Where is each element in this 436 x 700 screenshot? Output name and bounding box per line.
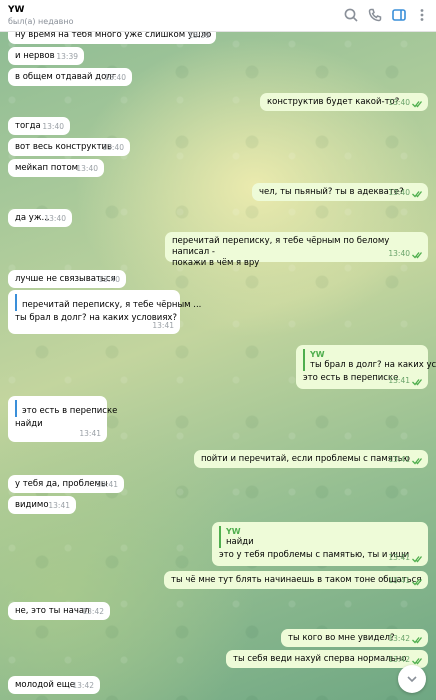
message-text: это есть в переписке: [303, 373, 399, 383]
message-incoming[interactable]: перечитай переписку, я тебе чёрным ... т…: [8, 290, 202, 334]
message-outgoing[interactable]: перечитай переписку, я тебе чёрным по бе…: [165, 232, 428, 268]
message-time: 13:41: [96, 480, 118, 489]
reply-quote[interactable]: YW найди: [219, 526, 421, 548]
message-outgoing[interactable]: YW найди это у тебя проблемы с памятью, …: [212, 522, 428, 566]
message-time: 13:42: [388, 655, 410, 664]
message-incoming[interactable]: лучше не связываться 13:40: [8, 270, 126, 288]
message-time: 13:40: [76, 164, 98, 173]
message-time: 13:41: [152, 321, 174, 330]
message-text: чел, ты пьяный? ты в адеквате?: [259, 187, 404, 197]
message-text: молодой еще: [15, 680, 76, 690]
message-time: 13:42: [82, 607, 104, 616]
read-check-icon: [412, 555, 424, 563]
message-incoming[interactable]: в общем отдавай долг 13:40: [8, 68, 132, 86]
message-incoming[interactable]: вот весь конструктив 13:40: [8, 138, 130, 156]
read-check-icon: [412, 378, 424, 386]
quote-text: найди: [226, 537, 254, 547]
message-incoming[interactable]: ну время на тебя много уже слишком ушло …: [8, 32, 216, 44]
quote-text: это есть в переписке: [22, 406, 118, 416]
message-time: 13:41: [388, 576, 410, 585]
quote-text: перечитай переписку, я тебе чёрным ...: [22, 300, 202, 310]
message-outgoing[interactable]: ты кого во мне увидел? 13:42: [281, 629, 428, 647]
message-time: 13:42: [388, 634, 410, 643]
message-outgoing[interactable]: ты чё мне тут блять начинаешь в таком то…: [164, 571, 428, 589]
contact-status: был(а) недавно: [8, 17, 74, 26]
read-check-icon: [412, 457, 424, 465]
message-text: в общем отдавай долг: [15, 72, 117, 82]
scroll-to-bottom-button[interactable]: [398, 665, 426, 693]
search-icon[interactable]: [343, 7, 359, 23]
read-check-icon: [412, 578, 424, 586]
message-text: ты кого во мне увидел?: [288, 633, 395, 643]
message-time: 13:39: [188, 32, 210, 40]
phone-icon[interactable]: [367, 7, 383, 23]
message-time: 13:40: [98, 275, 120, 284]
message-time: 13:40: [388, 98, 410, 107]
message-time: 13:41: [388, 553, 410, 562]
reply-quote[interactable]: YW ты брал в долг? на каких ус...: [303, 349, 436, 371]
message-time: 13:41: [388, 376, 410, 385]
message-time: 13:41: [79, 429, 101, 438]
message-text: это у тебя проблемы с памятью, ты и ищи: [219, 550, 410, 560]
message-time: 13:40: [388, 249, 410, 258]
message-text: ты себя веди нахуй сперва нормально: [233, 654, 407, 664]
message-text: и нервов: [15, 51, 55, 61]
reply-quote[interactable]: перечитай переписку, я тебе чёрным ...: [15, 294, 202, 311]
message-time: 13:40: [42, 122, 64, 131]
message-text: конструктив будет какой-то?: [267, 97, 400, 107]
message-text: у тебя да, проблемы: [15, 479, 108, 489]
read-check-icon: [412, 251, 424, 259]
message-time: 13:39: [56, 52, 78, 61]
message-time: 13:40: [44, 214, 66, 223]
message-outgoing[interactable]: ты себя веди нахуй сперва нормально 13:4…: [226, 650, 428, 668]
message-incoming[interactable]: молодой еще 13:42: [8, 676, 100, 694]
message-outgoing[interactable]: пойти и перечитай, если проблемы с памят…: [194, 450, 428, 468]
message-incoming[interactable]: мейкап потом 13:40: [8, 159, 104, 177]
message-text-line: покажи в чём я вру: [172, 258, 260, 268]
read-check-icon: [412, 657, 424, 665]
more-menu-icon[interactable]: [414, 7, 430, 23]
message-incoming[interactable]: тогда 13:40: [8, 117, 70, 135]
message-text: вот весь конструктив: [15, 142, 113, 152]
quote-text: ты брал в долг? на каких ус...: [310, 360, 436, 370]
message-time: 13:42: [72, 681, 94, 690]
message-text-line: перечитай переписку, я тебе чёрным по бе…: [172, 236, 390, 257]
sidebar-toggle-icon[interactable]: [391, 7, 407, 23]
message-text: не, это ты начал: [15, 606, 90, 616]
message-incoming[interactable]: не, это ты начал 13:42: [8, 602, 110, 620]
message-text: мейкап потом: [15, 163, 79, 173]
message-outgoing[interactable]: чел, ты пьяный? ты в адеквате? 13:40: [252, 183, 428, 201]
chevron-down-icon: [407, 676, 417, 683]
message-outgoing[interactable]: конструктив будет какой-то? 13:40: [260, 93, 428, 111]
read-check-icon: [412, 636, 424, 644]
message-text: найди: [15, 419, 43, 429]
quote-author: YW: [226, 527, 241, 536]
contact-name[interactable]: YW: [8, 5, 24, 15]
message-time: 13:41: [388, 455, 410, 464]
message-time: 13:40: [388, 188, 410, 197]
message-incoming[interactable]: это есть в переписке найди 13:41: [8, 396, 118, 442]
reply-quote[interactable]: это есть в переписке: [15, 400, 118, 417]
message-text: пойти и перечитай, если проблемы с памят…: [201, 454, 410, 464]
message-area[interactable]: ну время на тебя много уже слишком ушло …: [0, 32, 436, 700]
quote-author: YW: [310, 350, 325, 359]
message-incoming[interactable]: у тебя да, проблемы 13:41: [8, 475, 124, 493]
message-text: тогда: [15, 121, 41, 131]
message-text: видимо: [15, 500, 49, 510]
message-time: 13:41: [48, 501, 70, 510]
message-incoming[interactable]: видимо 13:41: [8, 496, 76, 514]
message-incoming[interactable]: да уж... 13:40: [8, 209, 72, 227]
message-text: ну время на тебя много уже слишком ушло: [15, 32, 212, 40]
read-check-icon: [412, 100, 424, 108]
read-check-icon: [412, 190, 424, 198]
message-outgoing[interactable]: YW ты брал в долг? на каких ус... это ес…: [296, 345, 436, 389]
message-time: 13:40: [104, 73, 126, 82]
chat-header: YW был(а) недавно: [0, 0, 436, 32]
message-time: 13:40: [102, 143, 124, 152]
message-incoming[interactable]: и нервов 13:39: [8, 47, 84, 65]
message-text: ты чё мне тут блять начинаешь в таком то…: [171, 575, 422, 585]
